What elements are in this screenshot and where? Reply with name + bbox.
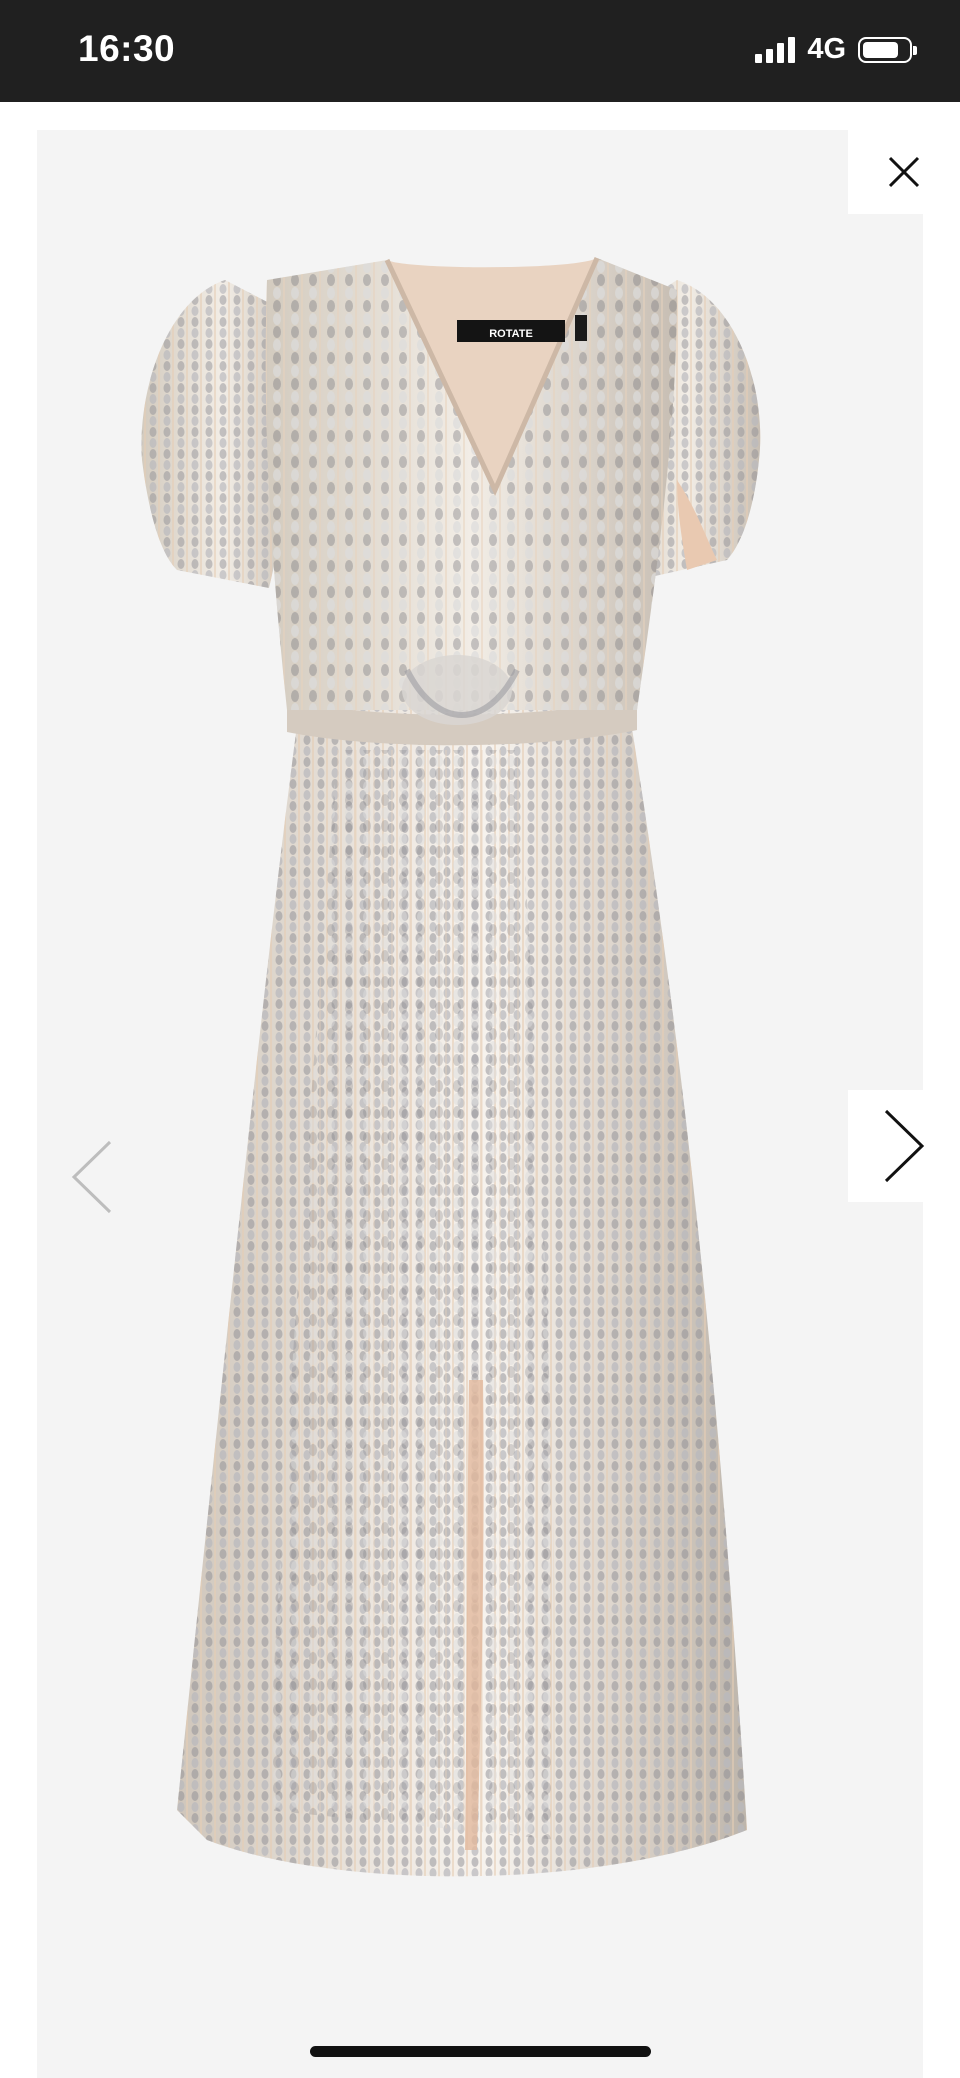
close-icon [888,156,920,188]
network-type: 4G [807,33,846,65]
signal-strength-icon [755,36,796,63]
brand-label: ROTATE [489,328,533,340]
home-indicator[interactable] [310,2046,651,2057]
status-bar: 16:30 4G [0,0,960,102]
status-time: 16:30 [78,28,176,69]
chevron-left-icon [71,1140,112,1214]
chevron-right-icon [884,1109,925,1183]
next-image-button[interactable] [848,1090,960,1202]
close-button[interactable] [848,130,960,214]
product-photo[interactable]: ROTATE [37,130,923,2078]
battery-icon [858,36,917,63]
image-viewer: ROTATE [0,102,960,2078]
sequin-dress-image: ROTATE [141,256,761,1877]
battery-fill [863,41,898,58]
previous-image-button[interactable] [37,1122,147,1232]
battery-cap [913,45,917,55]
status-indicators: 4G [755,33,917,66]
